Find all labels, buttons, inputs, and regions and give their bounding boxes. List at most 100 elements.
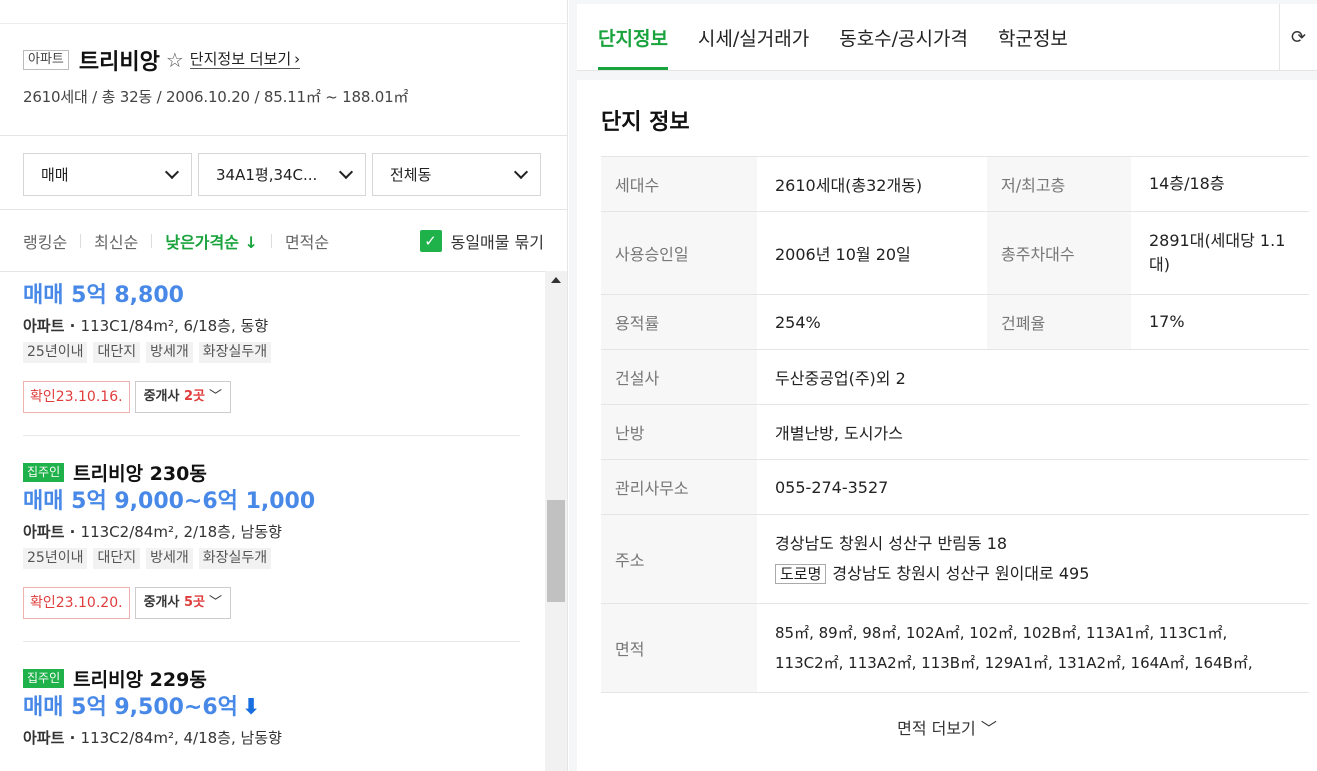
area-value: 34A1평,34C...: [216, 166, 318, 184]
broker-count-button[interactable]: 중개사 2곳 ﹀: [134, 381, 232, 413]
complex-more-link[interactable]: 단지정보 더보기 ›: [189, 50, 301, 69]
list-scrollbar[interactable]: [545, 271, 567, 771]
info-value: 055-274-3527: [757, 459, 1309, 515]
listing-type: 아파트 ·: [23, 729, 81, 747]
area-select[interactable]: 34A1평,34C...: [198, 153, 366, 196]
arrow-down-icon: ↓: [244, 232, 258, 252]
tab-school-info[interactable]: 학군정보: [998, 4, 1068, 70]
left-panel: 아파트 트리비앙 ☆ 단지정보 더보기 › 2610세대 / 총 32동 / 20…: [0, 0, 568, 771]
listing-list[interactable]: 매매 5억 8,800 아파트 · 113C1/84m², 6/18층, 동향 …: [0, 271, 567, 771]
tab-unit-price[interactable]: 동호수/공시가격: [839, 4, 968, 70]
listing-price-text: 매매 5억 9,500~6억: [23, 695, 238, 720]
chevron-right-icon: ›: [294, 50, 301, 68]
price-down-icon: ⬇: [241, 695, 261, 720]
divider: [80, 233, 82, 248]
broker-count: 2곳: [183, 389, 205, 404]
listing-type: 아파트 ·: [23, 523, 81, 541]
trade-type-value: 매매: [41, 166, 69, 184]
listing-price: 매매 5억 8,800: [23, 283, 184, 308]
sort-bar: 랭킹순 최신순 낮은가격순 ↓ 면적순 ✓ 동일매물 묶기: [0, 210, 567, 272]
trade-type-select[interactable]: 매매: [23, 153, 192, 196]
detail-tabs: 단지정보 시세/실거래가 동호수/공시가격 학군정보 ⟳: [577, 4, 1317, 71]
right-panel: 단지정보 시세/실거래가 동호수/공시가격 학군정보 ⟳ 단지 정보 세대수 2…: [569, 0, 1317, 771]
refresh-icon[interactable]: ⟳: [1279, 4, 1317, 70]
broker-count-button[interactable]: 중개사 5곳 ﹀: [134, 587, 232, 619]
listing-price: 매매 5억 9,500~6억 ⬇: [23, 691, 520, 724]
sort-low-price[interactable]: 낮은가격순 ↓: [165, 229, 258, 253]
dong-select[interactable]: 전체동: [372, 153, 541, 196]
info-value: 2610세대(총32개동): [757, 156, 987, 212]
info-value: 14층/18층: [1131, 156, 1309, 212]
info-key: 사용승인일: [601, 211, 757, 295]
listing-spec-text: 113C2/84m², 2/18층, 남동향: [80, 523, 282, 541]
listing-item[interactable]: 집주인 트리비앙 229동 매매 5억 9,500~6억 ⬇ 아파트 · 113C…: [0, 665, 520, 752]
address-jibun: 경상남도 창원시 성산구 반림동 18: [775, 534, 1008, 553]
listing-tags: 25년이내 대단지 방세개 화장실두개: [23, 342, 520, 363]
area-more-button[interactable]: 면적 더보기 ﹀: [601, 715, 1317, 739]
info-key: 저/최고층: [987, 156, 1131, 212]
table-row: 사용승인일 2006년 10월 20일 총주차대수 2891대(세대당 1.1대…: [601, 211, 1309, 295]
chevron-down-icon: ﹀: [980, 719, 997, 738]
info-key: 건폐율: [987, 294, 1131, 350]
confirm-date-badge: 확인23.10.16.: [23, 381, 130, 413]
chevron-down-icon: ﹀: [209, 389, 223, 404]
listing-tag: 방세개: [146, 548, 193, 569]
info-value: 2006년 10월 20일: [757, 211, 987, 295]
info-value: 254%: [757, 294, 987, 350]
complex-info-panel: 단지 정보 세대수 2610세대(총32개동) 저/최고층 14층/18층 사용…: [577, 80, 1317, 771]
listing-tag: 대단지: [93, 548, 141, 569]
info-value: 2891대(세대당 1.1대): [1131, 211, 1309, 295]
top-strip: [0, 0, 567, 24]
listing-tag: 25년이내: [23, 548, 88, 569]
broker-count: 5곳: [183, 595, 205, 610]
complex-more-label: 단지정보 더보기: [189, 50, 292, 68]
broker-label: 중개사: [143, 595, 180, 610]
chevron-down-icon: [338, 164, 354, 179]
listing-item[interactable]: 매매 5억 8,800 아파트 · 113C1/84m², 6/18층, 동향 …: [0, 279, 520, 436]
info-key: 난방: [601, 404, 757, 460]
scrollbar-thumb[interactable]: [547, 500, 565, 602]
confirm-date-badge: 확인23.10.20.: [23, 587, 130, 619]
table-row: 세대수 2610세대(총32개동) 저/최고층 14층/18층: [601, 156, 1309, 212]
listing-building: 트리비앙 229동: [73, 668, 207, 691]
listing-spec: 아파트 · 113C1/84m², 6/18층, 동향: [23, 312, 520, 340]
type-tag: 아파트: [23, 50, 69, 70]
info-key: 관리사무소: [601, 459, 757, 515]
listing-tag: 화장실두개: [198, 548, 272, 569]
broker-label: 중개사: [143, 389, 180, 404]
sort-latest[interactable]: 최신순: [94, 229, 138, 253]
info-value: 17%: [1131, 294, 1309, 350]
scroll-up-icon[interactable]: [551, 277, 561, 283]
complex-summary: 2610세대 / 총 32동 / 2006.10.20 / 85.11㎡ ~ 1…: [23, 88, 409, 106]
info-value: 개별난방, 도시가스: [757, 404, 1309, 460]
chevron-down-icon: [513, 164, 529, 179]
area-list-line: 113C2㎡, 113A2㎡, 113B㎡, 129A1㎡, 131A2㎡, 1…: [775, 654, 1253, 672]
area-more-label: 면적 더보기: [897, 719, 976, 738]
table-row: 면적 85㎡, 89㎡, 98㎡, 102A㎡, 102㎡, 102B㎡, 11…: [601, 603, 1309, 693]
tab-price-history[interactable]: 시세/실거래가: [698, 4, 809, 70]
chevron-down-icon: [164, 164, 180, 179]
listing-tag: 화장실두개: [198, 342, 272, 363]
star-icon[interactable]: ☆: [166, 48, 184, 72]
tab-complex-info[interactable]: 단지정보: [598, 4, 668, 70]
info-key: 용적률: [601, 294, 757, 350]
owner-tag: 집주인: [23, 462, 65, 482]
divider: [23, 641, 520, 642]
listing-type: 아파트 ·: [23, 317, 81, 335]
sort-ranking[interactable]: 랭킹순: [23, 229, 67, 253]
owner-tag: 집주인: [23, 668, 65, 688]
complex-header: 아파트 트리비앙 ☆ 단지정보 더보기 › 2610세대 / 총 32동 / 20…: [0, 24, 567, 136]
checkmark-icon: ✓: [419, 229, 442, 252]
listing-tag: 25년이내: [23, 342, 88, 363]
sort-low-price-label: 낮은가격순: [165, 232, 239, 252]
listing-spec: 아파트 · 113C2/84m², 4/18층, 남동향: [23, 724, 520, 752]
listing-spec-text: 113C2/84m², 4/18층, 남동향: [80, 729, 282, 747]
info-key: 세대수: [601, 156, 757, 212]
divider: [270, 233, 272, 248]
sort-area[interactable]: 면적순: [285, 229, 329, 253]
complex-name: 트리비앙: [78, 50, 160, 75]
group-same-listings-toggle[interactable]: ✓ 동일매물 묶기: [419, 229, 544, 253]
listing-building: 트리비앙 230동: [73, 462, 207, 485]
listing-item[interactable]: 집주인 트리비앙 230동 매매 5억 9,000~6억 1,000 아파트 ·…: [0, 459, 520, 642]
area-list-line: 85㎡, 89㎡, 98㎡, 102A㎡, 102㎡, 102B㎡, 113A1…: [775, 624, 1228, 642]
